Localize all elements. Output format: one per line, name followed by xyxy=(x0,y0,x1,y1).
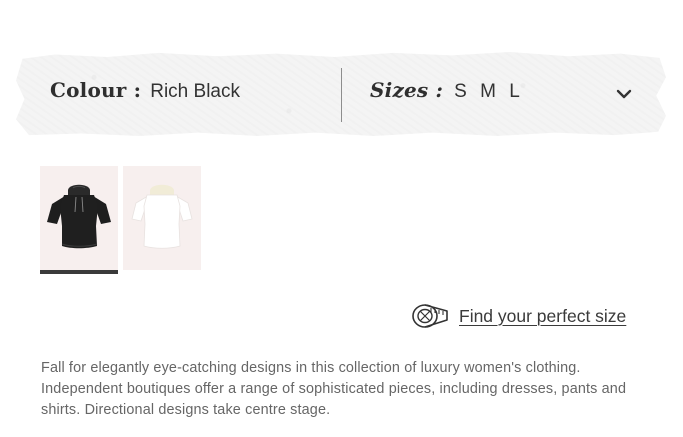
selected-thumbnail-indicator xyxy=(40,270,118,274)
thumbnail-black-top[interactable] xyxy=(40,166,118,270)
size-guide-label[interactable]: Find your perfect size xyxy=(459,306,626,327)
chevron-down-icon[interactable] xyxy=(615,88,633,100)
measuring-tape-icon xyxy=(412,304,448,328)
product-options-bar: Colour : Rich Black Sizes : S M L xyxy=(16,52,666,136)
black-top-image xyxy=(47,184,111,249)
colour-option: Colour : Rich Black xyxy=(50,78,240,103)
colour-value: Rich Black xyxy=(150,81,240,102)
white-top-image xyxy=(131,184,193,249)
product-description: Fall for elegantly eye-catching designs … xyxy=(41,360,627,418)
options-divider xyxy=(341,68,342,122)
size-guide-link[interactable]: Find your perfect size xyxy=(410,302,626,330)
sizes-value: S M L xyxy=(454,81,524,102)
colour-label: Colour : xyxy=(50,78,142,102)
size-selector[interactable]: Sizes : S M L xyxy=(370,78,524,103)
thumbnail-white-top[interactable] xyxy=(123,166,201,270)
sizes-label: Sizes : xyxy=(370,78,444,102)
